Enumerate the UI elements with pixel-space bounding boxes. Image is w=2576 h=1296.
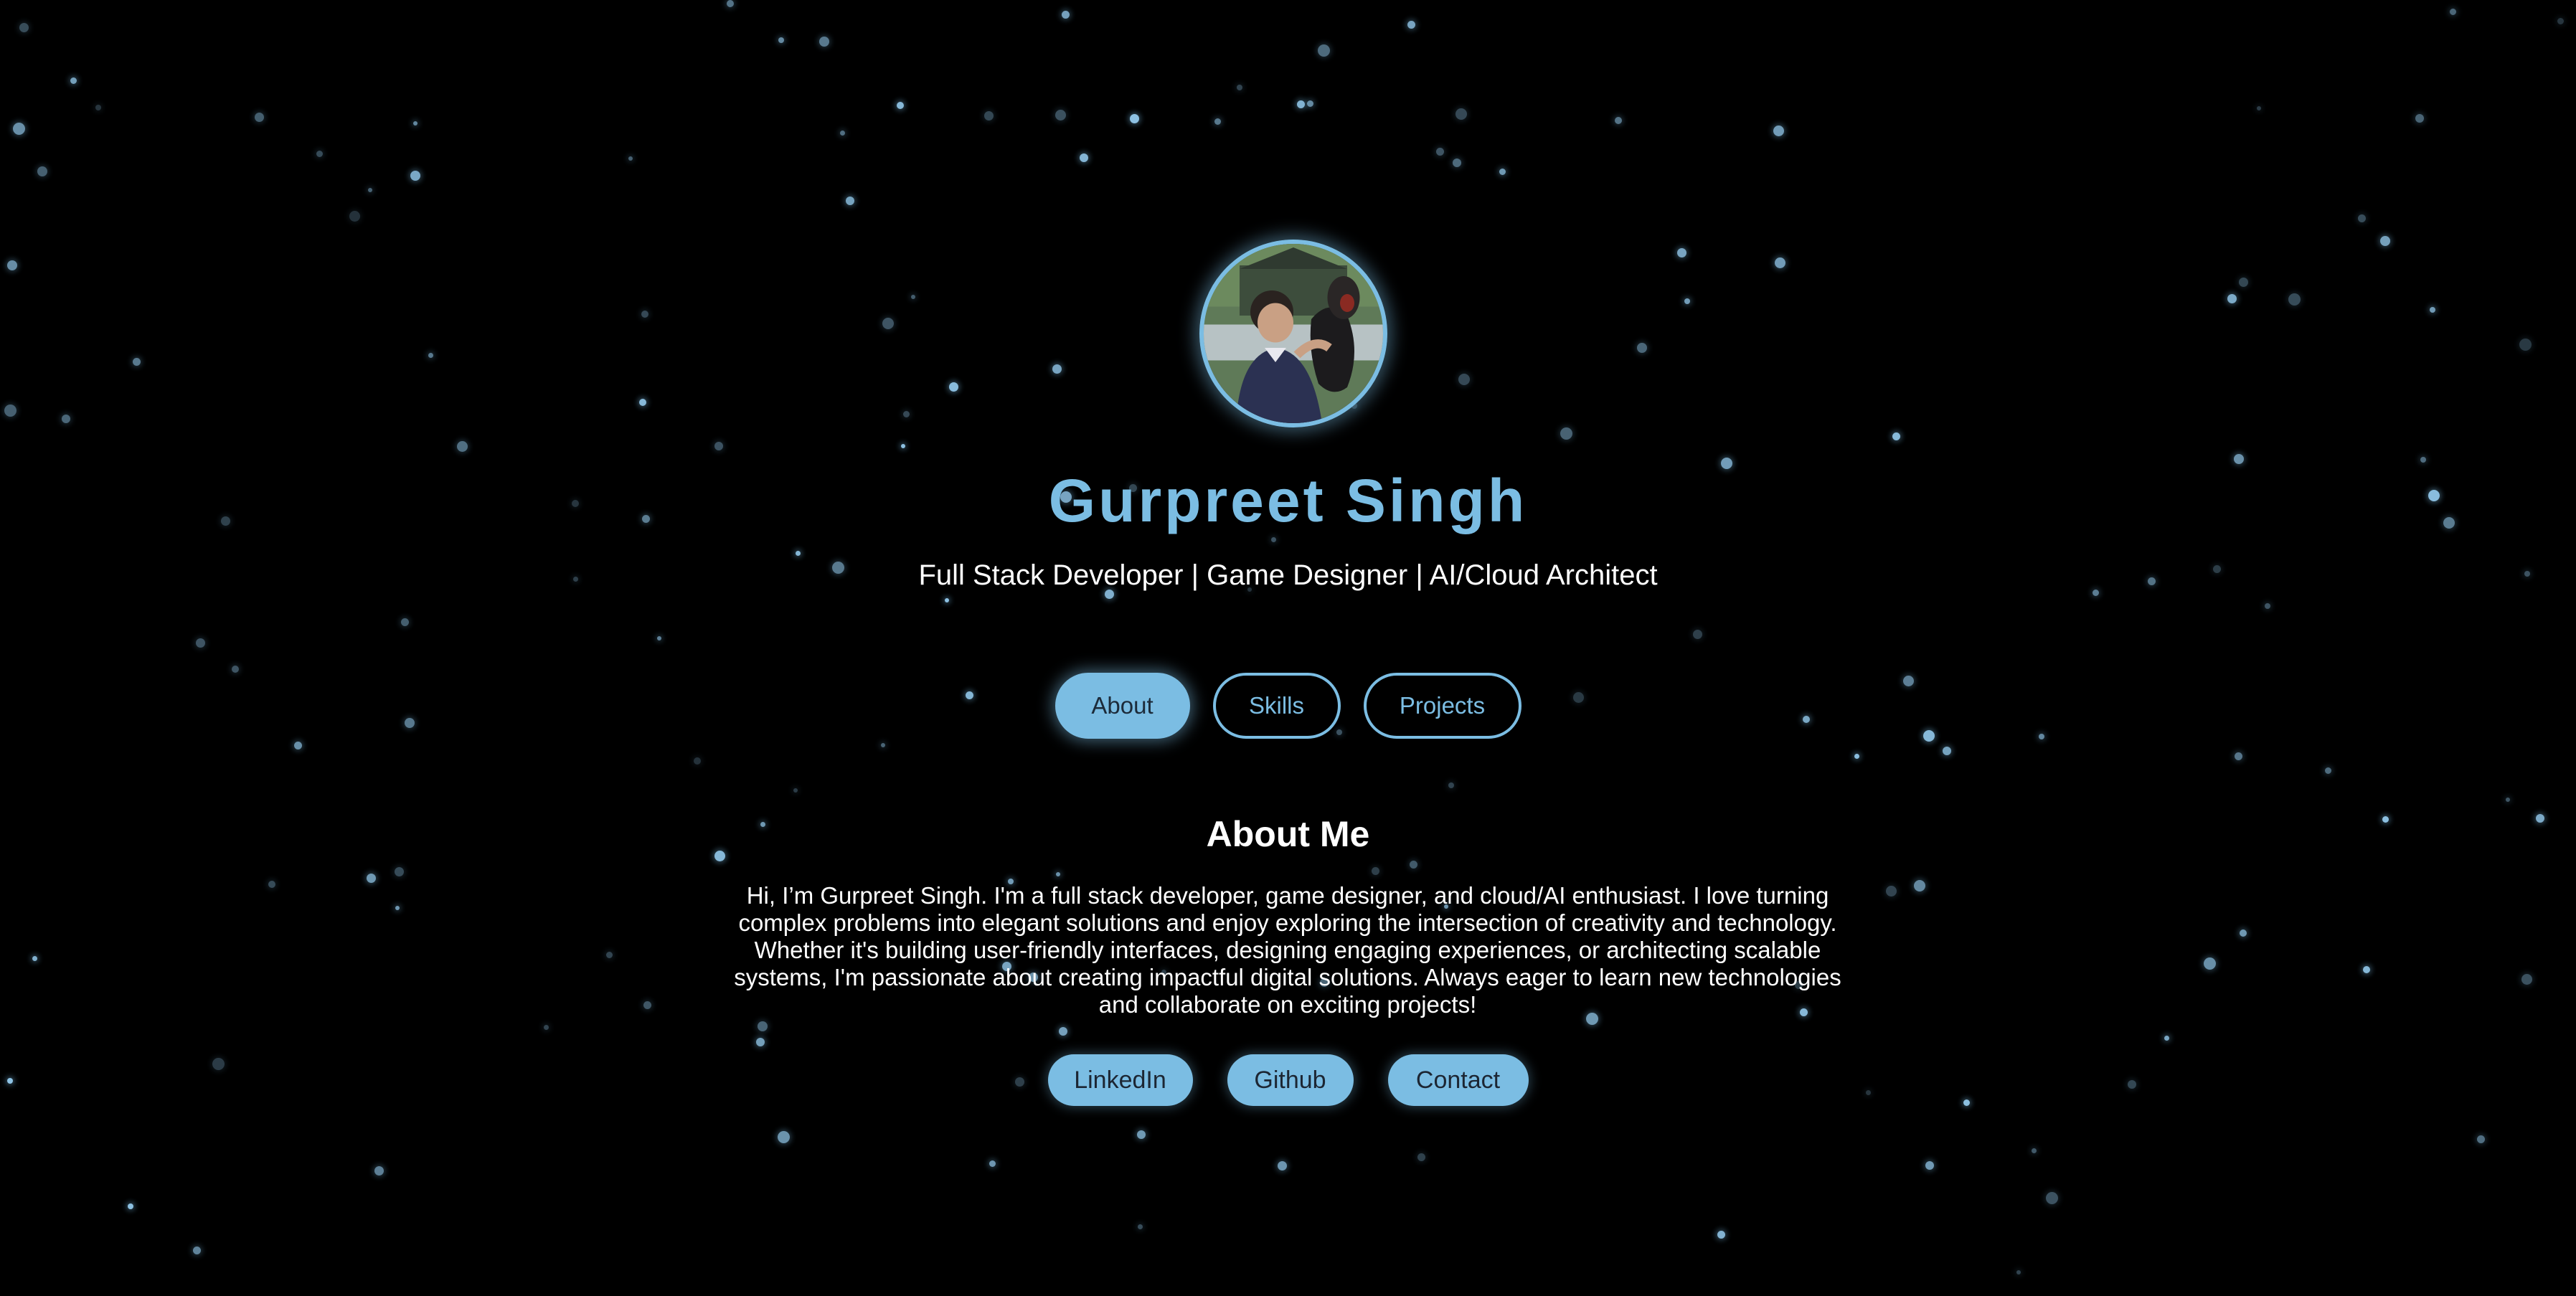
section-nav: About Skills Projects xyxy=(0,673,2576,739)
contact-button-label: Contact xyxy=(1415,1066,1501,1094)
tab-skills[interactable]: Skills xyxy=(1212,673,1341,739)
profile-name: Gurpreet Singh xyxy=(1048,467,1528,534)
linkedin-button[interactable]: LinkedIn xyxy=(1047,1054,1193,1106)
github-button-label: Github xyxy=(1254,1066,1326,1094)
tab-about-label: About xyxy=(1091,692,1153,719)
linkedin-button-label: LinkedIn xyxy=(1074,1066,1166,1094)
avatar xyxy=(1199,240,1387,427)
profile-tagline: Full Stack Developer | Game Designer | A… xyxy=(918,559,1658,591)
about-heading: About Me xyxy=(1206,814,1370,854)
tab-about[interactable]: About xyxy=(1055,673,1190,739)
tab-skills-label: Skills xyxy=(1248,692,1304,719)
contact-button[interactable]: Contact xyxy=(1387,1054,1529,1106)
tab-projects[interactable]: Projects xyxy=(1363,673,1521,739)
about-paragraph: Hi, I’m Gurpreet Singh. I'm a full stack… xyxy=(734,882,1841,1018)
github-button[interactable]: Github xyxy=(1227,1054,1354,1106)
social-links: LinkedIn Github Contact xyxy=(0,1054,2576,1106)
avatar-photo xyxy=(1204,244,1383,423)
page-content: Gurpreet Singh Full Stack Developer | Ga… xyxy=(0,0,2576,1296)
tab-projects-label: Projects xyxy=(1399,692,1486,719)
